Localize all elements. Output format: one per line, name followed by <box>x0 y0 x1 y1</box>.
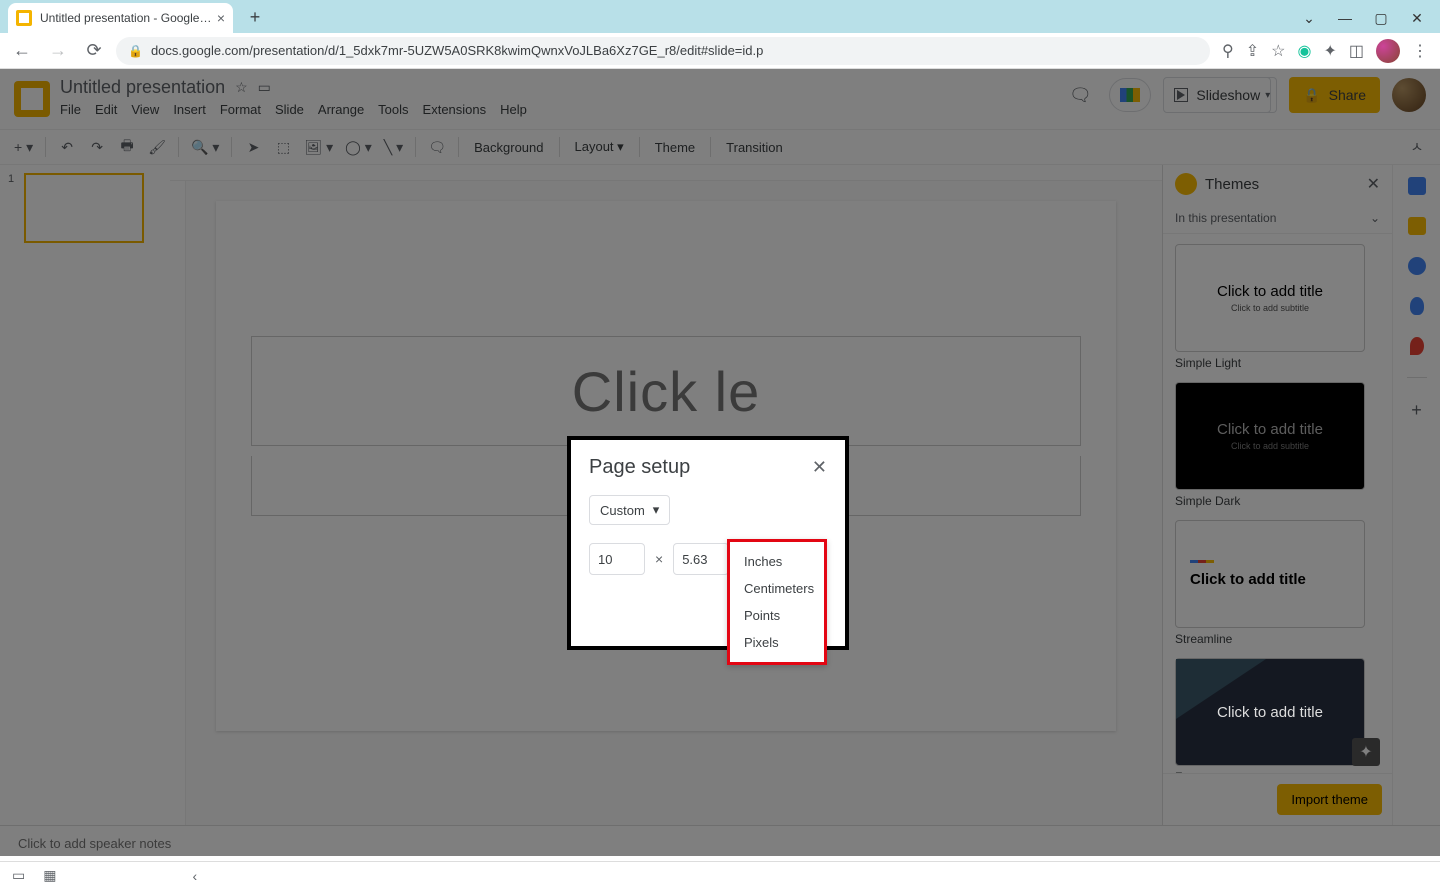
height-input[interactable] <box>673 543 729 575</box>
close-window-icon[interactable]: ✕ <box>1410 10 1424 27</box>
address-bar-icons: ⚲ ⇪ ☆ ◉ ✦ ◫ ⋮ <box>1218 39 1432 63</box>
width-input[interactable] <box>589 543 645 575</box>
dialog-title: Page setup <box>589 456 690 479</box>
zoom-icon[interactable]: ⚲ <box>1222 41 1234 61</box>
minimize-icon[interactable]: — <box>1338 10 1352 27</box>
unit-option-centimeters[interactable]: Centimeters <box>730 575 824 602</box>
maximize-icon[interactable]: ▢ <box>1374 10 1388 27</box>
profile-avatar[interactable] <box>1376 39 1400 63</box>
bottom-bar: ▭ ▦ ‹ <box>0 861 1440 889</box>
tab-title: Untitled presentation - Google Sl <box>40 11 213 25</box>
lock-icon: 🔒 <box>128 44 143 58</box>
collapse-filmstrip-icon[interactable]: ‹ <box>192 868 197 884</box>
address-bar[interactable]: 🔒 docs.google.com/presentation/d/1_5dxk7… <box>116 37 1210 65</box>
close-tab-icon[interactable]: × <box>217 10 225 26</box>
window-controls: ⌄ — ▢ ✕ <box>1302 10 1440 33</box>
forward-icon[interactable]: → <box>44 37 72 65</box>
extensions-icon[interactable]: ✦ <box>1323 41 1336 61</box>
reload-icon[interactable]: ⟳ <box>80 37 108 65</box>
close-dialog-icon[interactable]: ✕ <box>812 457 827 478</box>
browser-tab-strip: Untitled presentation - Google Sl × + ⌄ … <box>0 0 1440 33</box>
kebab-menu-icon[interactable]: ⋮ <box>1412 41 1428 61</box>
unit-option-pixels[interactable]: Pixels <box>730 629 824 656</box>
unit-option-points[interactable]: Points <box>730 602 824 629</box>
filmstrip-view-icon[interactable]: ▭ <box>12 867 25 884</box>
side-panel-icon[interactable]: ◫ <box>1349 41 1364 61</box>
extension-grammarly-icon[interactable]: ◉ <box>1298 41 1312 61</box>
bookmark-icon[interactable]: ☆ <box>1271 41 1285 61</box>
browser-toolbar: ← → ⟳ 🔒 docs.google.com/presentation/d/1… <box>0 33 1440 69</box>
caret-down-icon: ▾ <box>653 502 660 518</box>
page-preset-select[interactable]: Custom▾ <box>589 495 670 525</box>
multiply-icon: × <box>655 551 663 567</box>
grid-view-icon[interactable]: ▦ <box>43 867 56 884</box>
browser-tab[interactable]: Untitled presentation - Google Sl × <box>8 3 233 33</box>
url-text: docs.google.com/presentation/d/1_5dxk7mr… <box>151 43 763 58</box>
chevron-down-icon[interactable]: ⌄ <box>1302 10 1316 27</box>
share-page-icon[interactable]: ⇪ <box>1246 41 1259 61</box>
new-tab-button[interactable]: + <box>241 3 269 31</box>
unit-option-inches[interactable]: Inches <box>730 548 824 575</box>
back-icon[interactable]: ← <box>8 37 36 65</box>
units-dropdown: Inches Centimeters Points Pixels <box>727 539 827 665</box>
slides-favicon <box>16 10 32 26</box>
